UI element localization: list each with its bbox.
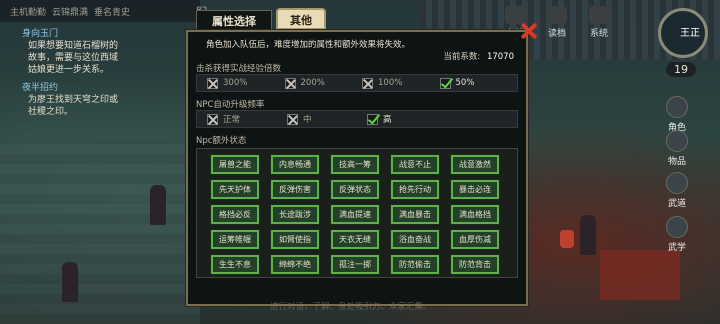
npc-status-button[interactable]: 战意激然 [450,154,500,175]
upgrade-option-medium[interactable]: 中 [287,113,367,125]
dialog-description: 角色加入队伍后，难度增加的属性和额外效果将失效。 [206,40,411,50]
npc-status-button[interactable]: 内息畅通 [270,154,320,175]
checkbox-checked[interactable] [367,113,378,125]
status-section-title: Npc额外状态 [196,136,247,146]
npc-status-button[interactable]: 长途跋涉 [270,204,320,225]
gear-icon [589,6,609,24]
npc-status-button[interactable]: 绵绵不绝 [270,254,320,275]
status-item: 垂名青史 [94,7,131,18]
right-side-menu: 王正 19 角色 物品 武道 武学 [640,0,720,324]
status-item: 云锦鼎满 [52,7,89,18]
quest-text: 如果想要知道石榴树的故事，需要与这位西域姑娘更进一步关系。 [28,41,119,75]
npc-status-button[interactable]: 防范背击 [450,254,500,275]
npc-status-button[interactable]: 如臂使指 [270,229,320,250]
npc-status-button[interactable]: 抢先行动 [390,179,440,200]
npc-status-button[interactable]: 血厚伤减 [450,229,500,250]
npc-status-button[interactable]: 孤注一掷 [330,254,380,275]
npc-figure[interactable] [150,185,166,225]
tab-other[interactable]: 其他 [276,8,326,30]
status-item: 主机勤勤 [10,7,47,18]
npc-status-button[interactable]: 天衣无缝 [330,229,380,250]
npc-status-button[interactable]: 先天护体 [210,179,260,200]
exp-option-300[interactable]: 300% [207,77,285,89]
checkbox-unchecked[interactable] [284,77,296,89]
day-label: 王正 [680,28,700,39]
npc-status-button[interactable]: 满血提速 [330,204,380,225]
checkbox-unchecked[interactable] [287,113,298,125]
checkbox-unchecked[interactable] [207,113,218,125]
tab-attribute-select[interactable]: 属性选择 [196,10,272,32]
checkbox-unchecked[interactable] [362,77,373,89]
npc-status-button[interactable]: 战意不止 [390,154,440,175]
exp-option-50[interactable]: 50% [439,77,518,89]
skill-icon [666,216,688,238]
exp-option-200[interactable]: 200% [284,77,363,89]
bag-icon [666,130,688,152]
npc-figure[interactable] [62,262,78,302]
npc-status-button[interactable]: 满血暴击 [390,204,440,225]
stone-wall [0,140,200,324]
difficulty-dialog: 角色加入队伍后，难度增加的属性和额外效果将失效。 当前系数: 17070 击杀获… [185,29,529,307]
martial-icon [666,172,688,194]
load-icon [547,6,567,24]
checkbox-unchecked[interactable] [207,77,218,89]
skills-button[interactable]: 武学 [660,216,694,253]
npc-status-button[interactable]: 运筹帷幄 [210,229,260,250]
top-status-bar: 主机勤勤 云锦鼎满 垂名青史 [0,0,200,22]
exp-option-100[interactable]: 100% [362,77,440,89]
npc-status-grid-box: 屠兽之能 内息畅通 技高一筹 战意不止 战意激然先天护体 反弹伤害 反弹状态 抢先行动 暴击必连… [196,148,518,278]
character-button[interactable]: 角色 [660,96,694,133]
character-icon [666,96,688,118]
npc-status-button[interactable]: 反弹伤害 [270,179,320,200]
npc-status-button[interactable]: 反弹状态 [330,179,380,200]
quest-title[interactable]: 身向玉门 [22,28,120,40]
upgrade-section-title: NPC自动升级频率 [196,100,265,110]
npc-status-button[interactable]: 技高一筹 [330,154,380,175]
exp-multiplier-options: 300% 200% 100% 50% [196,74,518,92]
npc-status-button[interactable]: 满血格挡 [450,204,500,225]
close-icon[interactable] [518,20,540,42]
background-dialogue-text: 进行对话，了解、身处吸引力、众家汇集。 [270,302,432,312]
upgrade-option-high[interactable]: 高 [367,113,447,125]
npc-status-grid: 屠兽之能 内息畅通 技高一筹 战意不止 战意激然先天护体 反弹伤害 反弹状态 抢先行动 暴击必连… [210,154,517,275]
checkbox-checked[interactable] [439,77,451,89]
npc-status-button[interactable]: 防范偷击 [390,254,440,275]
dialog-tabs: 属性选择 其他 [196,8,326,32]
coefficient-label: 当前系数: [443,52,481,62]
quest-text: 为廖王找到天穹之印或社稷之印。 [28,95,119,117]
zoom-level[interactable]: 19 [666,62,696,77]
npc-status-button[interactable]: 屠兽之能 [210,154,260,175]
npc-status-button[interactable]: 浴血奋战 [390,229,440,250]
martial-path-button[interactable]: 武道 [660,172,694,209]
npc-status-button[interactable]: 暴击必连 [450,179,500,200]
load-button[interactable]: 读档 [542,6,572,39]
npc-status-button[interactable]: 格挡必反 [210,204,260,225]
npc-figure[interactable] [580,215,596,255]
npc-status-button[interactable]: 生生不息 [210,254,260,275]
coefficient-value: 17070 [486,52,514,62]
lantern-icon [560,230,574,248]
upgrade-frequency-options: 正常 中 高 [196,110,518,128]
exp-section-title: 击杀获得实战经验倍数 [196,64,282,74]
system-button[interactable]: 系统 [584,6,614,39]
items-button[interactable]: 物品 [660,130,694,167]
quest-tracker[interactable]: 身向玉门 如果想要知道石榴树的故事，需要与这位西域姑娘更进一步关系。 夜半招约 … [0,28,120,118]
coefficient-display: 当前系数: 17070 [443,50,514,62]
upgrade-option-normal[interactable]: 正常 [207,113,287,125]
quest-title[interactable]: 夜半招约 [22,82,120,94]
